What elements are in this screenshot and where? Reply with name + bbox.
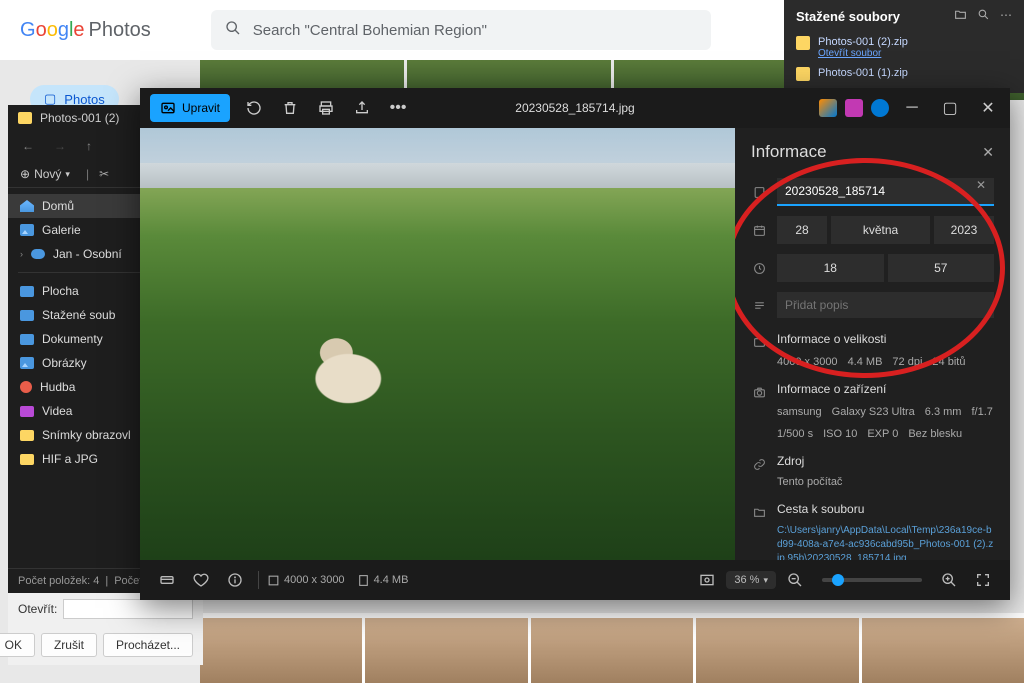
- fit-button[interactable]: [692, 565, 722, 595]
- video-icon: [20, 406, 34, 417]
- share-button[interactable]: [346, 92, 378, 124]
- delete-button[interactable]: [274, 92, 306, 124]
- folder-icon: [20, 454, 34, 465]
- clear-filename-button[interactable]: ✕: [976, 178, 986, 192]
- zip-icon: [796, 67, 810, 81]
- size-info-title: Informace o velikosti: [777, 332, 886, 346]
- clock-icon: [751, 262, 767, 275]
- link-icon: [751, 458, 767, 471]
- open-label: Otevřít:: [18, 602, 57, 616]
- file-path: C:\Users\janry\AppData\Local\Temp\236a19…: [777, 524, 994, 560]
- folder-icon[interactable]: [954, 8, 967, 24]
- close-info-button[interactable]: ✕: [982, 144, 994, 161]
- search-icon: [225, 20, 241, 40]
- zip-icon: [796, 36, 810, 50]
- open-file-input[interactable]: [63, 599, 193, 619]
- folder-icon: [751, 506, 767, 519]
- up-button[interactable]: ↑: [86, 139, 92, 153]
- folder-icon: [18, 112, 32, 124]
- photo-viewer-window: Upravit ••• 20230528_185714.jpg ─ ▢ ✕ In…: [140, 88, 1010, 600]
- window-title: Photos-001 (2): [40, 111, 119, 125]
- time-minute-input[interactable]: 57: [888, 254, 995, 282]
- google-photos-logo: GooglePhotos: [20, 19, 151, 42]
- size-icon: [751, 336, 767, 349]
- photos-app-icon[interactable]: [819, 99, 837, 117]
- rotate-button[interactable]: [238, 92, 270, 124]
- folder-icon: [20, 310, 34, 321]
- edit-icon: [160, 100, 176, 116]
- download-name: Photos-001 (2).zip: [818, 36, 908, 48]
- zoom-slider-thumb[interactable]: [832, 574, 844, 586]
- minimize-button[interactable]: ─: [894, 93, 930, 123]
- close-button[interactable]: ✕: [970, 93, 1006, 123]
- download-item[interactable]: Photos-001 (2).zip Otevřít soubor: [796, 32, 1012, 63]
- maximize-button[interactable]: ▢: [932, 93, 968, 123]
- viewer-titlebar: Upravit ••• 20230528_185714.jpg ─ ▢ ✕: [140, 88, 1010, 128]
- downloads-panel: Stažené soubory ⋯ Photos-001 (2).zip Ote…: [784, 0, 1024, 93]
- description-icon: [751, 299, 767, 312]
- info-panel: Informace ✕ ✕ 28 května 2023: [735, 128, 1010, 560]
- folder-icon: [20, 430, 34, 441]
- clipchamp-app-icon[interactable]: [845, 99, 863, 117]
- browse-button[interactable]: Procházet...: [103, 633, 193, 657]
- filesize-label: 4.4 MB: [357, 574, 409, 587]
- device-info-values: samsungGalaxy S23 Ultra6.3 mmf/1.7 1/500…: [751, 406, 994, 440]
- downloads-title: Stažené soubory: [796, 9, 900, 24]
- edit-button[interactable]: Upravit: [150, 94, 230, 122]
- cut-icon[interactable]: ✂: [99, 167, 109, 181]
- cloud-icon: [31, 249, 45, 259]
- zoom-label[interactable]: 36 % ▾: [726, 571, 776, 589]
- description-input[interactable]: [777, 292, 994, 318]
- zoom-in-button[interactable]: [934, 565, 964, 595]
- source-value: Tento počítač: [751, 476, 994, 488]
- pictures-icon: [20, 357, 34, 369]
- photo-canvas[interactable]: [140, 128, 735, 560]
- more-button[interactable]: •••: [382, 92, 414, 124]
- print-button[interactable]: [310, 92, 342, 124]
- download-name: Photos-001 (1).zip: [818, 67, 908, 79]
- date-month-input[interactable]: května: [831, 216, 930, 244]
- date-day-input[interactable]: 28: [777, 216, 827, 244]
- viewer-footer: 4000 x 3000 4.4 MB 36 % ▾: [140, 560, 1010, 600]
- folder-icon: [20, 286, 34, 297]
- zoom-out-button[interactable]: [780, 565, 810, 595]
- info-button[interactable]: [220, 565, 250, 595]
- calendar-icon: [751, 224, 767, 237]
- size-info-values: 4000 x 30004.4 MB72 dpi24 bitů: [751, 356, 994, 368]
- new-button[interactable]: ⊕ Nový ▾: [20, 167, 70, 181]
- music-icon: [20, 381, 32, 393]
- file-title: 20230528_185714.jpg: [515, 101, 634, 115]
- source-title: Zdroj: [777, 454, 804, 468]
- download-item[interactable]: Photos-001 (1).zip: [796, 63, 1012, 85]
- info-panel-title: Informace: [751, 142, 827, 162]
- search-icon[interactable]: [977, 8, 990, 24]
- thumbnail-strip-bottom: [200, 613, 1024, 683]
- search-placeholder: Search "Central Bohemian Region": [253, 22, 487, 39]
- gallery-icon: [20, 224, 34, 236]
- time-hour-input[interactable]: 18: [777, 254, 884, 282]
- forward-button[interactable]: →: [54, 139, 66, 153]
- photo-image: [140, 128, 735, 560]
- search-input[interactable]: Search "Central Bohemian Region": [211, 10, 711, 50]
- filename-input[interactable]: [777, 178, 994, 206]
- device-info-title: Informace o zařízení: [777, 382, 886, 396]
- camera-icon: [751, 386, 767, 399]
- folder-icon: [20, 334, 34, 345]
- zoom-slider[interactable]: [822, 578, 922, 582]
- dimensions-label: 4000 x 3000: [267, 574, 345, 587]
- open-file-link[interactable]: Otevřít soubor: [818, 48, 908, 59]
- ok-button[interactable]: OK: [0, 633, 35, 657]
- cancel-button[interactable]: Zrušit: [41, 633, 97, 657]
- home-icon: [20, 200, 34, 212]
- fullscreen-button[interactable]: [968, 565, 998, 595]
- date-year-input[interactable]: 2023: [934, 216, 994, 244]
- filmstrip-button[interactable]: [152, 565, 182, 595]
- back-button[interactable]: ←: [22, 139, 34, 153]
- path-title: Cesta k souboru: [777, 502, 864, 516]
- more-icon[interactable]: ⋯: [1000, 8, 1012, 24]
- filename-icon: [751, 186, 767, 199]
- onedrive-app-icon[interactable]: [871, 99, 889, 117]
- favorite-button[interactable]: [186, 565, 216, 595]
